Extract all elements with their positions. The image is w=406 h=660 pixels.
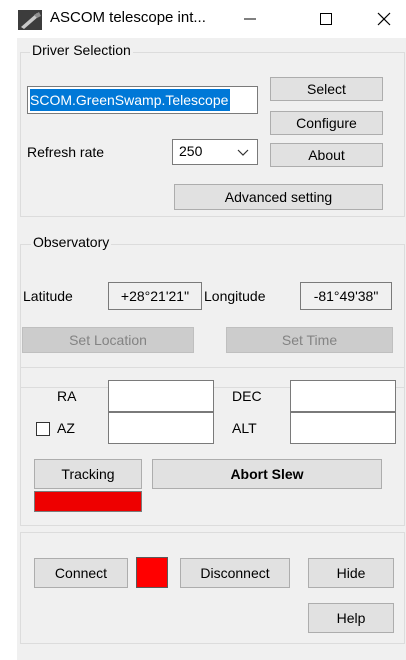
select-button[interactable]: Select	[270, 77, 383, 101]
ra-field[interactable]	[108, 380, 214, 412]
maximize-icon	[320, 13, 332, 25]
longitude-value: -81°49'38"	[300, 282, 392, 310]
az-checkbox[interactable]	[36, 422, 50, 436]
set-time-button[interactable]: Set Time	[226, 327, 393, 353]
driver-selection-legend: Driver Selection	[30, 42, 133, 58]
telescope-icon	[18, 10, 42, 30]
title-bar: ASCOM telescope int...	[0, 0, 406, 38]
ra-label: RA	[57, 388, 77, 404]
hide-button[interactable]: Hide	[308, 558, 394, 588]
minimize-icon	[244, 18, 256, 20]
latitude-value: +28°21'21"	[108, 282, 202, 310]
help-button[interactable]: Help	[308, 603, 394, 633]
dec-label: DEC	[232, 388, 262, 404]
about-button[interactable]: About	[270, 143, 383, 167]
chevron-down-icon	[237, 149, 249, 156]
latitude-label: Latitude	[23, 288, 73, 304]
minimize-button[interactable]	[228, 2, 272, 36]
abort-slew-button[interactable]: Abort Slew	[152, 459, 382, 489]
alt-field[interactable]	[290, 412, 396, 444]
driver-id-field[interactable]: SCOM.GreenSwamp.Telescope	[27, 86, 258, 114]
maximize-button[interactable]	[304, 2, 348, 36]
tracking-status-indicator	[34, 491, 142, 512]
refresh-rate-select[interactable]: 250	[172, 139, 258, 165]
az-field[interactable]	[108, 412, 214, 444]
tracking-button[interactable]: Tracking	[34, 459, 142, 489]
window-title: ASCOM telescope int...	[50, 9, 206, 26]
connect-button[interactable]: Connect	[34, 558, 128, 588]
refresh-rate-label: Refresh rate	[27, 144, 105, 160]
configure-button[interactable]: Configure	[270, 111, 383, 135]
disconnect-button[interactable]: Disconnect	[180, 558, 290, 588]
advanced-setting-button[interactable]: Advanced setting	[174, 184, 383, 210]
close-icon	[377, 12, 391, 26]
longitude-label: Longitude	[204, 288, 266, 304]
close-button[interactable]	[362, 2, 406, 36]
connection-status-indicator	[136, 557, 168, 588]
refresh-rate-value: 250	[179, 143, 203, 159]
observatory-legend: Observatory	[31, 234, 112, 250]
driver-id-text: SCOM.GreenSwamp.Telescope	[30, 89, 231, 111]
set-location-button[interactable]: Set Location	[22, 327, 194, 353]
dec-field[interactable]	[290, 380, 396, 412]
alt-label: ALT	[232, 420, 257, 436]
az-label: AZ	[57, 420, 75, 436]
